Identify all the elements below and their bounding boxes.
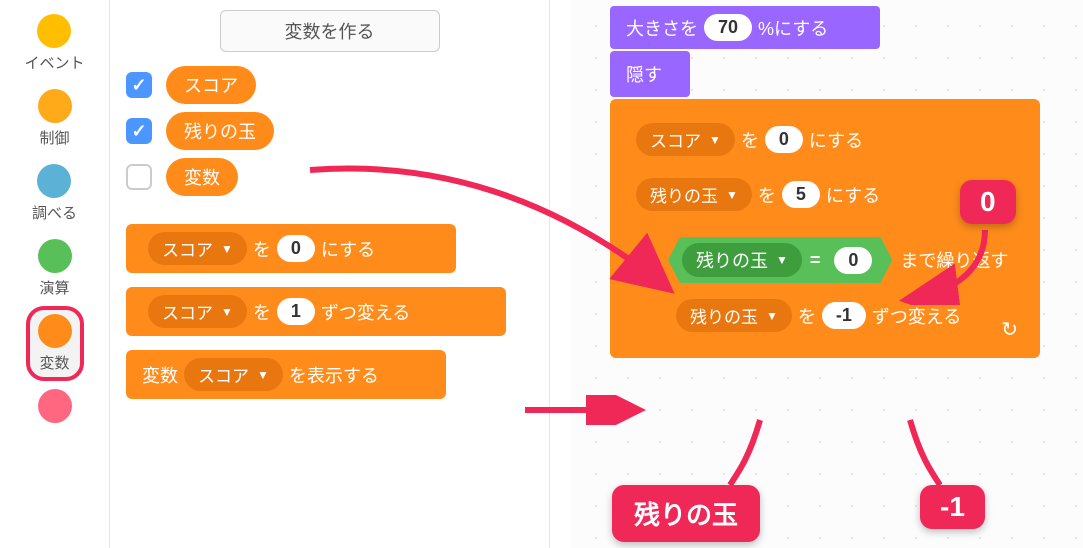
checkbox-var[interactable] — [126, 164, 152, 190]
category-dot — [37, 164, 71, 198]
variable-dropdown[interactable]: 残りの玉▼ — [636, 178, 752, 211]
callout-neg1: -1 — [920, 485, 985, 529]
variable-script-group: スコア▼ を 0 にする 残りの玉▼ を 5 にする 残りの玉▼ = 0 — [610, 99, 1040, 358]
variable-dropdown[interactable]: 残りの玉▼ — [676, 299, 792, 332]
category-label: 調べる — [32, 202, 77, 223]
value-input[interactable]: 1 — [277, 298, 315, 325]
category-control[interactable]: 制御 — [30, 85, 80, 152]
variable-dropdown[interactable]: スコア▼ — [636, 123, 735, 156]
category-events[interactable]: イベント — [16, 10, 92, 77]
chevron-down-icon: ▼ — [221, 242, 233, 256]
value-input[interactable]: 70 — [704, 14, 752, 41]
category-dot — [38, 314, 72, 348]
show-variable-block[interactable]: 変数 スコア▼ を表示する — [126, 350, 446, 399]
variable-dropdown[interactable]: スコア▼ — [148, 295, 247, 328]
change-variable-block[interactable]: スコア▼ を 1 ずつ変える — [126, 287, 506, 336]
chevron-down-icon: ▼ — [766, 309, 778, 323]
set-score-block[interactable]: スコア▼ を 0 にする — [620, 115, 1030, 164]
category-label: 変数 — [39, 352, 69, 373]
variable-row: ✓ 残りの玉 — [126, 112, 533, 150]
chevron-down-icon: ▼ — [726, 188, 738, 202]
category-variables[interactable]: 変数 — [30, 310, 80, 377]
checkbox-score[interactable]: ✓ — [126, 72, 152, 98]
variable-dropdown[interactable]: スコア▼ — [184, 358, 283, 391]
value-input[interactable]: 0 — [277, 235, 315, 262]
hide-block[interactable]: 隠す — [610, 51, 690, 97]
repeat-condition-row: 残りの玉▼ = 0 まで繰り返す — [660, 237, 1020, 283]
variable-pill-var[interactable]: 変数 — [166, 158, 238, 196]
category-label: 制御 — [39, 127, 69, 148]
category-dot — [38, 389, 72, 423]
category-dot — [38, 239, 72, 273]
block-palette: 変数を作る ✓ スコア ✓ 残りの玉 変数 スコア▼ を 0 にする スコア▼ … — [110, 0, 550, 548]
chevron-down-icon: ▼ — [776, 253, 788, 267]
set-variable-block[interactable]: スコア▼ を 0 にする — [126, 224, 456, 273]
chevron-down-icon: ▼ — [221, 305, 233, 319]
variable-pill-balls[interactable]: 残りの玉 — [166, 112, 274, 150]
variable-dropdown[interactable]: 残りの玉▼ — [682, 243, 802, 277]
category-sensing[interactable]: 調べる — [24, 160, 85, 227]
category-dot — [38, 89, 72, 123]
set-size-block[interactable]: 大きさを 70 %にする — [610, 6, 880, 49]
category-dot — [37, 14, 71, 48]
category-operators[interactable]: 演算 — [30, 235, 80, 302]
make-variable-button[interactable]: 変数を作る — [220, 10, 440, 52]
script-area[interactable]: 大きさを 70 %にする 隠す スコア▼ を 0 にする 残りの玉▼ を 5 に… — [570, 0, 1083, 548]
variable-dropdown[interactable]: スコア▼ — [148, 232, 247, 265]
value-input[interactable]: 5 — [782, 181, 820, 208]
repeat-until-block[interactable]: 残りの玉▼ = 0 まで繰り返す 残りの玉▼ を -1 ずつ変える ↻ — [620, 229, 1030, 348]
variable-pill-score[interactable]: スコア — [166, 66, 256, 104]
callout-balls: 残りの玉 — [612, 485, 760, 542]
chevron-down-icon: ▼ — [257, 368, 269, 382]
value-input[interactable]: 0 — [834, 247, 872, 274]
category-label: 演算 — [39, 277, 69, 298]
value-input[interactable]: 0 — [765, 126, 803, 153]
category-sidebar: イベント 制御 調べる 演算 変数 — [0, 0, 110, 548]
category-myblocks[interactable] — [30, 385, 80, 431]
repeat-body: 残りの玉▼ を -1 ずつ変える — [660, 291, 1020, 340]
variable-row: ✓ スコア — [126, 66, 533, 104]
checkbox-balls[interactable]: ✓ — [126, 118, 152, 144]
callout-zero: 0 — [960, 180, 1016, 224]
value-input[interactable]: -1 — [822, 302, 866, 329]
loop-arrow-icon: ↻ — [1001, 317, 1018, 342]
change-balls-block[interactable]: 残りの玉▼ を -1 ずつ変える — [660, 291, 1020, 340]
equals-operator[interactable]: 残りの玉▼ = 0 — [668, 237, 892, 283]
chevron-down-icon: ▼ — [709, 133, 721, 147]
category-label: イベント — [24, 52, 84, 73]
variable-row: 変数 — [126, 158, 533, 196]
